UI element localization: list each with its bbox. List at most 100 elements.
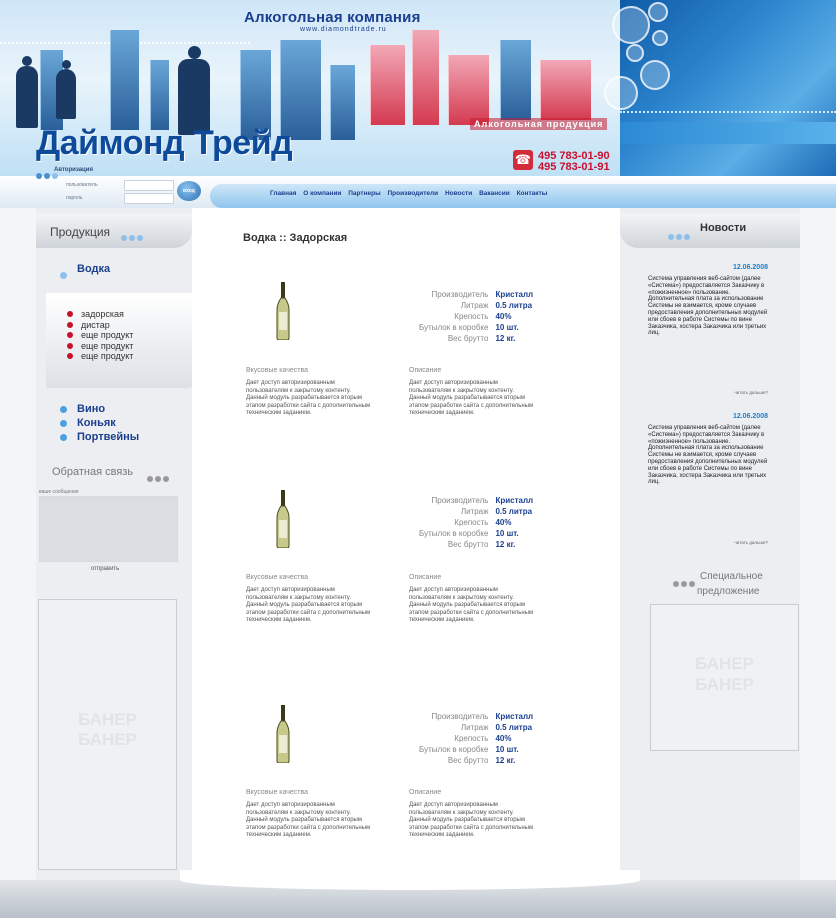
special-offer-title: Специальное xyxy=(700,571,763,582)
site-logo-title[interactable]: Даймонд Трейд xyxy=(36,124,293,163)
list-item[interactable]: еще продукт xyxy=(66,341,133,352)
prop-key: Крепость xyxy=(454,518,489,527)
site-url: www.diamondtrade.ru xyxy=(300,26,387,33)
nav-item-producers[interactable]: Производители xyxy=(387,190,438,197)
nav-item-contacts[interactable]: Контакты xyxy=(517,190,548,197)
building-shape xyxy=(500,40,531,120)
description-text: Дает доступ авторизированным пользовател… xyxy=(409,380,534,416)
category-wine[interactable]: Вино xyxy=(60,402,139,416)
product-props: Производитель Кристалл Литраж 0.5 литра Кр… xyxy=(418,711,534,766)
person-silhouette-head xyxy=(22,56,32,66)
bottle-image[interactable] xyxy=(275,282,291,340)
prop-value: 0.5 литра xyxy=(495,507,533,516)
feedback-label: ваше сообщение xyxy=(39,489,79,495)
decor-bubble xyxy=(640,60,670,90)
header-dotted-line xyxy=(620,111,836,113)
company-tagline: Алкогольная компания xyxy=(244,9,421,26)
list-item[interactable]: еще продукт xyxy=(66,351,133,362)
taste-title: Вкусовые качества xyxy=(246,574,309,581)
description-title: Описание xyxy=(409,367,442,374)
news-date: 12.06.2008 xyxy=(732,264,768,271)
news-read-more-link[interactable]: читать дальше? xyxy=(648,540,768,545)
dots-icon xyxy=(668,227,692,245)
feedback-title: Обратная связь xyxy=(52,466,134,478)
nav-item-partners[interactable]: Партнеры xyxy=(348,190,380,197)
prop-key: Производитель xyxy=(431,496,489,505)
list-item[interactable]: дистар xyxy=(66,320,133,331)
category-cognac[interactable]: Коньяк xyxy=(60,416,139,430)
taste-title: Вкусовые качества xyxy=(246,367,309,374)
category-vodka[interactable]: Водка xyxy=(77,263,110,275)
description-title: Описание xyxy=(409,574,442,581)
banner-placeholder-text: БАНЕР xyxy=(695,675,754,694)
decor-bubble xyxy=(604,76,638,110)
dots-icon xyxy=(147,469,171,487)
prop-key: Бутылок в коробке xyxy=(419,529,489,538)
product-props: Производитель Кристалл Литраж 0.5 литра Кр… xyxy=(418,289,534,344)
phone-icon: ☎ xyxy=(513,150,533,170)
prop-key: Крепость xyxy=(454,312,489,321)
prop-value: 12 кг. xyxy=(495,756,516,765)
taste-text: Дает доступ авторизированным пользовател… xyxy=(246,587,371,623)
list-item[interactable]: еще продукт xyxy=(66,330,133,341)
person-silhouette xyxy=(56,69,76,119)
category-port[interactable]: Портвейны xyxy=(60,430,139,444)
prop-key: Литраж xyxy=(460,507,489,516)
prop-value: 10 шт. xyxy=(495,529,519,538)
main-content xyxy=(192,208,620,880)
feedback-textarea[interactable] xyxy=(39,496,178,562)
nav-item-about[interactable]: О компании xyxy=(303,190,341,197)
dots-icon xyxy=(121,228,145,246)
bottle-image[interactable] xyxy=(275,705,291,763)
prop-value: 0.5 литра xyxy=(495,301,533,310)
login-button[interactable]: вход xyxy=(177,181,201,201)
person-silhouette-head xyxy=(62,60,71,69)
prop-value: 10 шт. xyxy=(495,323,519,332)
breadcrumb: Водка :: Задорская xyxy=(243,232,348,244)
prop-key: Бутылок в коробке xyxy=(419,745,489,754)
product-line-label: Алкогольная продукция xyxy=(470,118,608,130)
news-text: Система управления веб-сайтом (далее «Си… xyxy=(648,276,768,337)
prop-value: 0.5 литра xyxy=(495,723,533,732)
decor-bubble xyxy=(626,44,644,62)
prop-value: Кристалл xyxy=(495,496,534,505)
nav-item-news[interactable]: Новости xyxy=(445,190,472,197)
decor-bubble xyxy=(612,6,650,44)
person-silhouette-head xyxy=(188,46,201,59)
news-read-more-link[interactable]: читать дальше? xyxy=(648,390,768,395)
description-title: Описание xyxy=(409,789,442,796)
decor-bubble xyxy=(652,30,668,46)
prop-key: Бутылок в коробке xyxy=(419,323,489,332)
bottle-image[interactable] xyxy=(275,490,291,548)
prop-value: Кристалл xyxy=(495,290,534,299)
prop-value: Кристалл xyxy=(495,712,534,721)
taste-text: Дает доступ авторизированным пользовател… xyxy=(246,380,371,416)
building-shape-red xyxy=(448,55,489,125)
prop-value: 40% xyxy=(495,734,512,743)
prop-key: Литраж xyxy=(460,723,489,732)
building-shape-red xyxy=(370,45,405,125)
building-shape xyxy=(150,60,169,130)
building-shape xyxy=(330,65,355,140)
auth-label: Авторизация xyxy=(54,167,93,173)
prop-key: Вес брутто xyxy=(447,540,489,549)
description-text: Дает доступ авторизированным пользовател… xyxy=(409,802,534,838)
special-offer-subtitle: предложение xyxy=(697,586,760,597)
decor-bubble xyxy=(648,2,668,22)
list-item[interactable]: задорская xyxy=(66,309,133,320)
username-input[interactable] xyxy=(124,180,174,191)
prop-key: Вес брутто xyxy=(447,334,489,343)
nav-item-vacancies[interactable]: Вакансии xyxy=(479,190,510,197)
password-input[interactable] xyxy=(124,193,174,204)
header-light-strip xyxy=(620,122,836,144)
prop-key: Производитель xyxy=(431,712,489,721)
description-text: Дает доступ авторизированным пользовател… xyxy=(409,587,534,623)
prop-value: 40% xyxy=(495,518,512,527)
feedback-send-button[interactable]: отправить xyxy=(91,566,119,572)
nav-item-home[interactable]: Главная xyxy=(270,190,296,197)
dots-icon xyxy=(673,574,697,592)
password-label: пароль xyxy=(66,195,83,201)
banner-placeholder-text: БАНЕР xyxy=(695,654,754,673)
prop-value: 40% xyxy=(495,312,512,321)
prop-value: 12 кг. xyxy=(495,334,516,343)
